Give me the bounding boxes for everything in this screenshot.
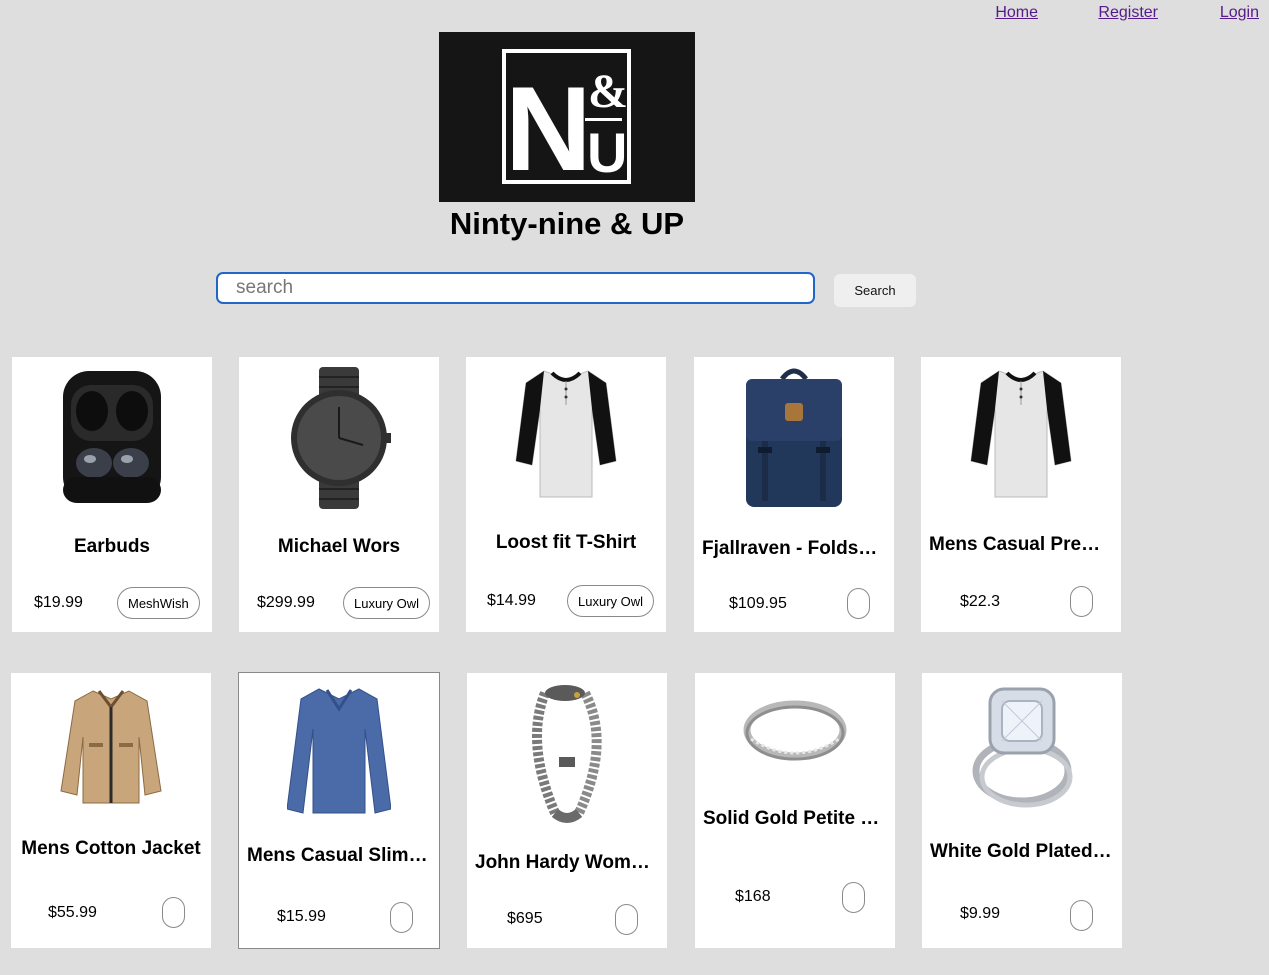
search-button[interactable]: Search: [834, 274, 916, 307]
nav-register-link[interactable]: Register: [1098, 4, 1158, 22]
product-price: $19.99: [34, 594, 83, 611]
product-name: Michael Wors: [277, 536, 401, 557]
logo-letter-n: N: [505, 62, 592, 196]
product-name: Loost fit T-Shirt: [495, 532, 637, 553]
watch-icon: [239, 365, 439, 511]
seller-badge[interactable]: [842, 882, 865, 913]
product-card[interactable]: Mens Casual Slim Fit $15.99: [238, 672, 440, 949]
product-name: Mens Casual Premium Slim Fit T-Shirts: [929, 534, 1121, 555]
product-card[interactable]: Mens Cotton Jacket $55.99: [11, 673, 211, 948]
seller-badge[interactable]: [615, 904, 638, 935]
product-price: $55.99: [48, 904, 97, 921]
tshirt-icon: [466, 365, 666, 505]
diamond-ring-icon: [922, 683, 1122, 809]
product-card[interactable]: Mens Casual Premium Slim Fit T-Shirts $2…: [921, 357, 1121, 632]
nav-home-link[interactable]: Home: [995, 4, 1038, 22]
product-card[interactable]: Fjallraven - Foldsack No. 1 Backpack $10…: [694, 357, 894, 632]
product-name: Fjallraven - Foldsack No. 1 Backpack: [702, 538, 894, 559]
product-price: $695: [507, 910, 543, 927]
product-price: $22.3: [960, 593, 1001, 610]
product-name: Solid Gold Petite Micropave: [703, 808, 895, 829]
nav-login-link[interactable]: Login: [1220, 4, 1259, 22]
earbuds-icon: [12, 365, 212, 511]
seller-badge[interactable]: [1070, 586, 1093, 617]
product-price: $14.99: [487, 592, 536, 609]
product-name: White Gold Plated Princess: [930, 841, 1122, 862]
product-name: Mens Casual Slim Fit: [247, 845, 438, 866]
logo-ampersand: &: [588, 65, 628, 118]
product-card[interactable]: Michael Wors $299.99 Luxury Owl: [239, 357, 439, 632]
product-card[interactable]: Solid Gold Petite Micropave $168: [695, 673, 895, 948]
seller-badge[interactable]: [1070, 900, 1093, 931]
bracelet-icon: [467, 683, 667, 825]
ring-icon: [695, 695, 895, 765]
backpack-icon: [694, 365, 894, 511]
seller-badge[interactable]: Luxury Owl: [343, 587, 431, 619]
seller-badge[interactable]: Luxury Owl: [567, 585, 655, 617]
product-name: John Hardy Women's Legends Naga Bracelet: [475, 852, 667, 873]
product-card[interactable]: Earbuds $19.99 MeshWish: [12, 357, 212, 632]
product-card[interactable]: White Gold Plated Princess $9.99: [922, 673, 1122, 948]
product-price: $15.99: [277, 908, 326, 925]
search-input[interactable]: [216, 272, 815, 304]
product-name: Earbuds: [73, 536, 151, 557]
logo-mark: N & U: [502, 49, 631, 196]
site-logo[interactable]: N & U: [439, 32, 695, 202]
seller-badge[interactable]: MeshWish: [117, 587, 200, 619]
product-name: Mens Cotton Jacket: [21, 838, 201, 859]
seller-badge[interactable]: [162, 897, 185, 928]
product-price: $109.95: [729, 595, 787, 612]
seller-badge[interactable]: [390, 902, 413, 933]
long-sleeve-shirt-icon: [239, 685, 439, 817]
product-card[interactable]: Loost fit T-Shirt $14.99 Luxury Owl: [466, 357, 666, 632]
jacket-icon: [11, 687, 211, 805]
seller-badge[interactable]: [847, 588, 870, 619]
tshirt-icon: [921, 365, 1121, 505]
product-price: $168: [735, 888, 771, 905]
product-price: $9.99: [960, 905, 1001, 922]
product-card[interactable]: John Hardy Women's Legends Naga Bracelet…: [467, 673, 667, 948]
site-title: Ninty-nine & UP: [449, 206, 685, 241]
logo-letter-u: U: [587, 121, 627, 184]
product-price: $299.99: [257, 594, 315, 611]
